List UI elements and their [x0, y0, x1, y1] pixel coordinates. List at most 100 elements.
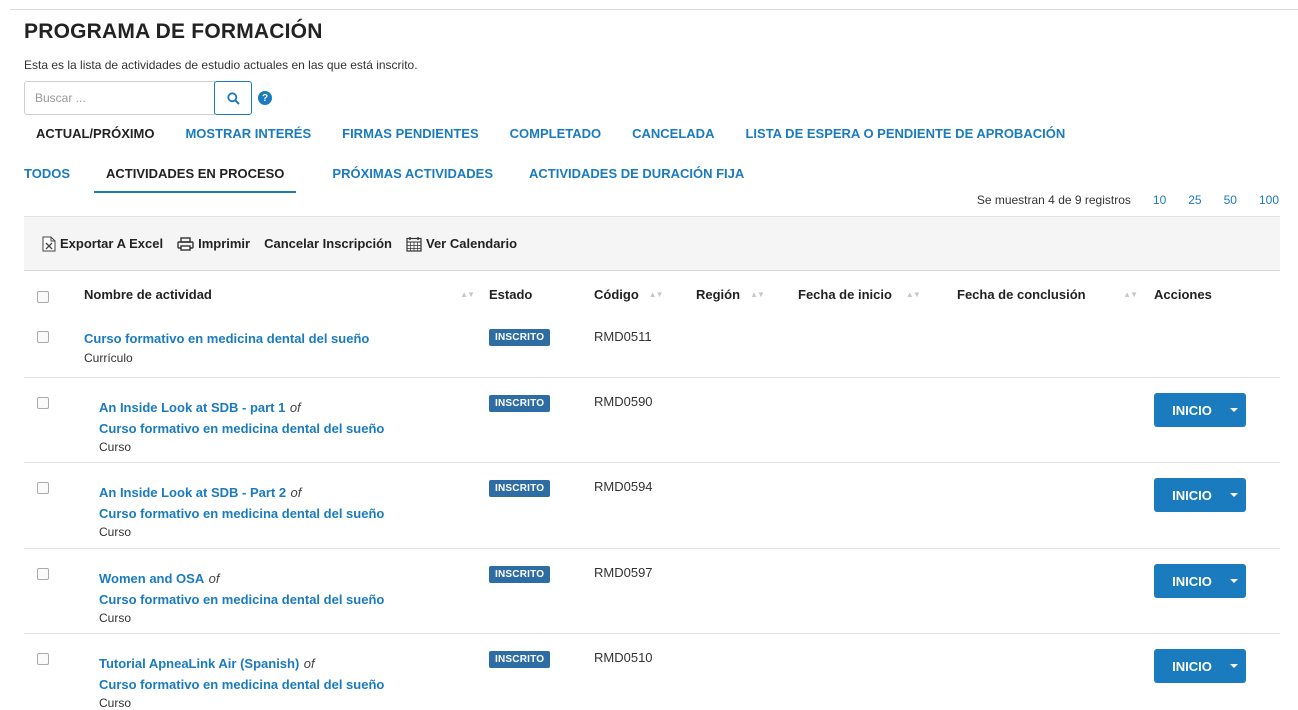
- of-label: of: [290, 485, 302, 500]
- activity-type: Curso: [99, 525, 132, 539]
- printer-icon: [177, 236, 194, 251]
- header-code-label: Código: [594, 287, 639, 302]
- sort-icon: ▲▼: [750, 290, 765, 299]
- activity-code: RMD0511: [594, 329, 652, 344]
- table-row: Tutorial ApneaLink Air (Spanish) of Curs…: [24, 634, 1280, 710]
- header-name[interactable]: Nombre de actividad ▲▼: [84, 287, 475, 302]
- activity-link[interactable]: Tutorial ApneaLink Air (Spanish): [99, 656, 299, 671]
- select-all-checkbox[interactable]: [37, 291, 49, 303]
- search-bar: ?: [24, 81, 272, 115]
- start-label: INICIO: [1172, 402, 1212, 418]
- activity-link[interactable]: Curso formativo en medicina dental del s…: [84, 331, 369, 346]
- calendar-label: Ver Calendario: [426, 236, 518, 251]
- start-label: INICIO: [1172, 487, 1212, 503]
- page-size-50[interactable]: 50: [1224, 193, 1237, 207]
- activity-link[interactable]: An Inside Look at SDB - part 1: [99, 400, 285, 415]
- page-size-25[interactable]: 25: [1188, 193, 1201, 207]
- start-button[interactable]: INICIO: [1154, 564, 1246, 598]
- tab-mostrar-interes[interactable]: MOSTRAR INTERÉS: [185, 124, 311, 143]
- activity-code: RMD0594: [594, 479, 653, 494]
- table-toolbar: Exportar A Excel Imprimir Cancelar Inscr…: [24, 216, 1280, 271]
- of-label: of: [289, 400, 301, 415]
- search-icon: [226, 91, 240, 105]
- status-badge: INSCRITO: [489, 329, 551, 346]
- activity-code: RMD0510: [594, 650, 653, 665]
- view-calendar-button[interactable]: Ver Calendario: [406, 236, 517, 252]
- start-button[interactable]: INICIO: [1154, 478, 1246, 512]
- header-status: Estado: [489, 287, 532, 302]
- table-header: Nombre de actividad ▲▼ Estado Código ▲▼ …: [24, 285, 1280, 307]
- tab-completado[interactable]: COMPLETADO: [510, 124, 601, 143]
- cancel-label: Cancelar Inscripción: [264, 236, 392, 251]
- page-title: PROGRAMA DE FORMACIÓN: [24, 20, 323, 43]
- row-checkbox[interactable]: [37, 568, 49, 580]
- header-region[interactable]: Región ▲▼: [696, 287, 765, 302]
- parent-curriculum-link[interactable]: Curso formativo en medicina dental del s…: [99, 506, 384, 521]
- row-checkbox[interactable]: [37, 482, 49, 494]
- tab-cancelada[interactable]: CANCELADA: [632, 124, 714, 143]
- status-badge: INSCRITO: [489, 651, 551, 668]
- print-button[interactable]: Imprimir: [177, 236, 250, 251]
- activity-type: Currículo: [84, 351, 133, 365]
- header-actions-label: Acciones: [1154, 287, 1212, 302]
- activity-cell: Women and OSA of Curso formativo en medi…: [99, 570, 384, 625]
- header-start-date[interactable]: Fecha de inicio ▲▼: [798, 287, 921, 302]
- of-label: of: [208, 571, 220, 586]
- tab-proximas-actividades[interactable]: PRÓXIMAS ACTIVIDADES: [332, 164, 493, 193]
- sort-icon: ▲▼: [1123, 290, 1138, 299]
- tab-duracion-fija[interactable]: ACTIVIDADES DE DURACIÓN FIJA: [529, 164, 744, 193]
- header-end-label: Fecha de conclusión: [957, 287, 1086, 302]
- sort-icon: ▲▼: [460, 290, 475, 299]
- tab-actual-proximo[interactable]: ACTUAL/PRÓXIMO: [36, 124, 154, 143]
- chevron-down-icon[interactable]: [1222, 408, 1246, 412]
- table-row: An Inside Look at SDB - Part 2 of Curso …: [24, 463, 1280, 549]
- row-checkbox[interactable]: [37, 331, 49, 343]
- header-start-label: Fecha de inicio: [798, 287, 892, 302]
- activity-filter-tabs: TODOS ACTIVIDADES EN PROCESO PRÓXIMAS AC…: [24, 164, 780, 193]
- parent-curriculum-link[interactable]: Curso formativo en medicina dental del s…: [99, 421, 384, 436]
- table-row: Curso formativo en medicina dental del s…: [24, 318, 1280, 378]
- activity-type: Curso: [99, 440, 132, 454]
- tab-todos[interactable]: TODOS: [24, 164, 70, 193]
- header-code[interactable]: Código ▲▼: [594, 287, 664, 302]
- tab-actividades-en-proceso[interactable]: ACTIVIDADES EN PROCESO: [94, 164, 297, 193]
- records-count: Se muestran 4 de 9 registros: [976, 193, 1131, 207]
- search-input[interactable]: [24, 81, 215, 115]
- start-button[interactable]: INICIO: [1154, 649, 1246, 683]
- header-end-date[interactable]: Fecha de conclusión ▲▼: [957, 287, 1138, 302]
- chevron-down-icon[interactable]: [1222, 664, 1246, 668]
- export-excel-button[interactable]: Exportar A Excel: [42, 236, 163, 252]
- row-checkbox[interactable]: [37, 397, 49, 409]
- table-row: An Inside Look at SDB - part 1 of Curso …: [24, 378, 1280, 463]
- chevron-down-icon[interactable]: [1222, 493, 1246, 497]
- export-label: Exportar A Excel: [60, 236, 164, 251]
- search-button[interactable]: [214, 81, 252, 115]
- tab-lista-de-espera[interactable]: LISTA DE ESPERA O PENDIENTE DE APROBACIÓ…: [745, 124, 1065, 143]
- activity-cell: Tutorial ApneaLink Air (Spanish) of Curs…: [99, 655, 384, 710]
- start-button[interactable]: INICIO: [1154, 393, 1246, 427]
- print-label: Imprimir: [198, 236, 251, 251]
- tab-firmas-pendientes[interactable]: FIRMAS PENDIENTES: [342, 124, 479, 143]
- activity-cell: An Inside Look at SDB - Part 2 of Curso …: [99, 484, 384, 539]
- activity-code: RMD0590: [594, 394, 653, 409]
- parent-curriculum-link[interactable]: Curso formativo en medicina dental del s…: [99, 677, 384, 692]
- help-icon[interactable]: ?: [258, 91, 272, 105]
- activity-type: Curso: [99, 696, 132, 710]
- cancel-enrollment-button[interactable]: Cancelar Inscripción: [264, 236, 392, 251]
- activity-link[interactable]: Women and OSA: [99, 571, 204, 586]
- calendar-icon: [406, 236, 422, 252]
- sort-icon: ▲▼: [648, 290, 664, 299]
- page-size-10[interactable]: 10: [1153, 193, 1166, 207]
- activity-type: Curso: [99, 611, 132, 625]
- page-subtitle: Esta es la lista de actividades de estud…: [24, 58, 418, 72]
- start-label: INICIO: [1172, 573, 1212, 589]
- status-badge: INSCRITO: [489, 395, 551, 412]
- row-checkbox[interactable]: [37, 653, 49, 665]
- activity-cell: An Inside Look at SDB - part 1 of Curso …: [99, 399, 384, 454]
- sort-icon: ▲▼: [905, 290, 921, 299]
- table-row: Women and OSA of Curso formativo en medi…: [24, 549, 1280, 634]
- parent-curriculum-link[interactable]: Curso formativo en medicina dental del s…: [99, 592, 384, 607]
- chevron-down-icon[interactable]: [1222, 579, 1246, 583]
- page-size-100[interactable]: 100: [1259, 193, 1279, 207]
- activity-link[interactable]: An Inside Look at SDB - Part 2: [99, 485, 286, 500]
